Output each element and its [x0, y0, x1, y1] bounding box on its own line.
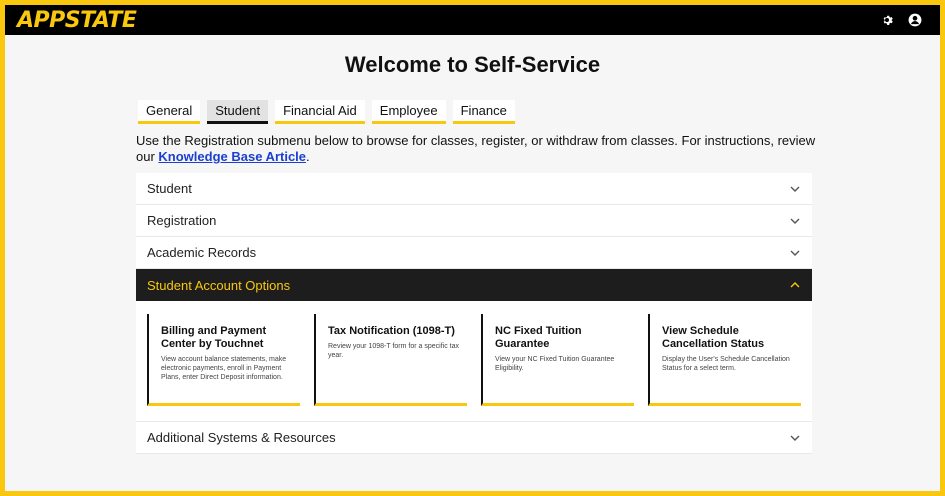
- card-nc-fixed-tuition[interactable]: NC Fixed Tuition Guarantee View your NC …: [481, 314, 634, 406]
- user-icon[interactable]: [908, 13, 922, 27]
- appstate-logo[interactable]: APPSTATE: [17, 8, 137, 33]
- chevron-down-icon: [789, 247, 801, 259]
- card-tax-notification[interactable]: Tax Notification (1098-T) Review your 10…: [314, 314, 467, 406]
- card-title: Billing and Payment Center by Touchnet: [161, 325, 267, 350]
- chevron-down-icon: [789, 432, 801, 444]
- accordion-label: Student: [147, 181, 192, 196]
- accordion-label: Registration: [147, 213, 217, 228]
- top-bar: APPSTATE: [5, 5, 940, 35]
- knowledge-base-link[interactable]: Knowledge Base Article: [158, 149, 306, 164]
- chevron-up-icon: [789, 279, 801, 291]
- accordion-label: Academic Records: [147, 245, 257, 260]
- gear-icon[interactable]: [880, 13, 894, 27]
- chevron-down-icon: [789, 183, 801, 195]
- accordion-label: Student Account Options: [147, 277, 291, 293]
- tab-employee[interactable]: Employee: [371, 100, 446, 124]
- tab-finance[interactable]: Finance: [452, 100, 515, 124]
- accordion-registration[interactable]: Registration: [136, 205, 812, 237]
- card-title: View Schedule Cancellation Status: [662, 325, 765, 350]
- tab-general[interactable]: General: [138, 100, 201, 124]
- student-account-options-panel: Billing and Payment Center by Touchnet V…: [136, 301, 812, 422]
- intro-text-after: .: [306, 149, 310, 164]
- card-description: View account balance statements, make el…: [161, 356, 287, 381]
- intro-text: Use the Registration submenu below to br…: [136, 133, 826, 165]
- card-description: View your NC Fixed Tuition Guarantee Eli…: [495, 356, 615, 372]
- accordion-student[interactable]: Student: [136, 173, 812, 205]
- tab-financial-aid[interactable]: Financial Aid: [275, 100, 365, 124]
- accordion-label: Additional Systems & Resources: [147, 430, 336, 445]
- page-title: Welcome to Self-Service: [344, 52, 601, 77]
- card-title: Tax Notification (1098-T): [328, 325, 455, 337]
- card-schedule-cancellation[interactable]: View Schedule Cancellation Status Displa…: [648, 314, 801, 406]
- card-billing-payment[interactable]: Billing and Payment Center by Touchnet V…: [147, 314, 300, 406]
- tab-bar: General Student Financial Aid Employee F…: [138, 100, 940, 124]
- card-description: Review your 1098-T form for a specific t…: [328, 343, 459, 359]
- card-title: NC Fixed Tuition Guarantee: [495, 325, 582, 350]
- chevron-down-icon: [789, 215, 801, 227]
- card-description: Display the User's Schedule Cancellation…: [662, 356, 790, 372]
- app-frame: APPSTATE Welcome to Self-Service General…: [5, 5, 940, 491]
- accordion-additional-systems[interactable]: Additional Systems & Resources: [136, 422, 812, 454]
- accordion: Student Registration Academic Records St…: [136, 173, 812, 454]
- accordion-student-account-options[interactable]: Student Account Options: [136, 269, 812, 301]
- top-icons: [880, 13, 922, 27]
- tab-student[interactable]: Student: [207, 100, 269, 124]
- accordion-academic-records[interactable]: Academic Records: [136, 237, 812, 269]
